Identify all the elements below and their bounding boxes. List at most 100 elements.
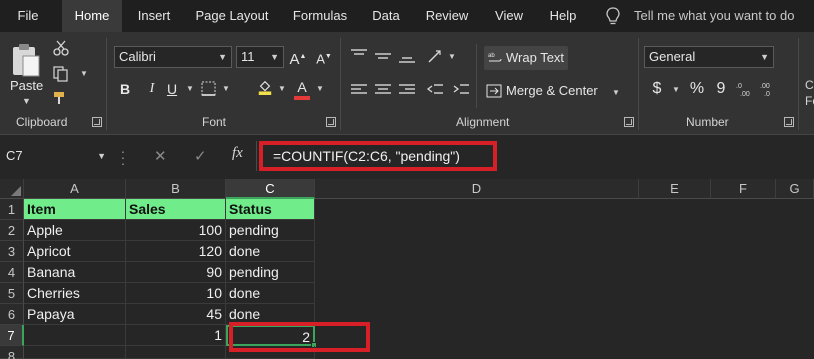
- align-left-icon[interactable]: [350, 82, 368, 98]
- font-launcher-icon[interactable]: [326, 117, 336, 127]
- cut-icon[interactable]: [52, 40, 70, 56]
- merge-dropdown-icon[interactable]: ▼: [612, 88, 620, 97]
- increase-font-size-button[interactable]: A▲: [288, 46, 308, 68]
- tab-file[interactable]: File: [0, 0, 56, 32]
- cell-a7[interactable]: [24, 325, 126, 346]
- cell-a3[interactable]: Apricot: [24, 241, 126, 262]
- copy-dropdown-icon[interactable]: ▼: [80, 69, 88, 78]
- font-color-button[interactable]: A: [294, 76, 310, 98]
- bold-button[interactable]: B: [116, 78, 134, 100]
- decrease-font-size-button[interactable]: A▼: [314, 46, 334, 68]
- font-name-combo[interactable]: Calibri ▼: [114, 46, 232, 68]
- cell-b7[interactable]: 1: [126, 325, 226, 346]
- cell-a2[interactable]: Apple: [24, 220, 126, 241]
- column-header-f[interactable]: F: [711, 179, 776, 199]
- formula-input[interactable]: =COUNTIF(C2:C6, "pending"): [256, 141, 814, 171]
- tab-formulas[interactable]: Formulas: [282, 0, 358, 32]
- cell-a5[interactable]: Cherries: [24, 283, 126, 304]
- column-header-e[interactable]: E: [639, 179, 711, 199]
- decrease-indent-icon[interactable]: [426, 82, 444, 98]
- italic-button[interactable]: I: [144, 78, 160, 100]
- cell-b3[interactable]: 120: [126, 241, 226, 262]
- fill-color-icon[interactable]: [256, 79, 274, 95]
- cell-c3[interactable]: done: [226, 241, 315, 262]
- orientation-icon[interactable]: [426, 48, 444, 64]
- tab-data[interactable]: Data: [362, 0, 410, 32]
- column-header-a[interactable]: A: [24, 179, 126, 199]
- row-header-6[interactable]: 6: [0, 304, 24, 325]
- format-painter-icon[interactable]: [52, 90, 70, 106]
- row-header-3[interactable]: 3: [0, 241, 24, 262]
- merge-center-button[interactable]: Merge & Center: [484, 80, 598, 102]
- font-size-combo[interactable]: 11 ▼: [236, 46, 284, 68]
- align-right-icon[interactable]: [398, 82, 416, 98]
- increase-decimal-icon[interactable]: .0 .00: [736, 81, 754, 97]
- conditional-format-partial[interactable]: C: [805, 78, 814, 92]
- tab-view[interactable]: View: [484, 0, 534, 32]
- align-middle-icon[interactable]: [374, 48, 392, 64]
- cell-a8[interactable]: [24, 346, 126, 359]
- wrap-text-button[interactable]: ab Wrap Text: [484, 46, 568, 70]
- cell-b6[interactable]: 45: [126, 304, 226, 325]
- number-launcher-icon[interactable]: [784, 117, 794, 127]
- cell-c5[interactable]: done: [226, 283, 315, 304]
- clipboard-launcher-icon[interactable]: [92, 117, 102, 127]
- increase-indent-icon[interactable]: [452, 82, 470, 98]
- tab-page-layout[interactable]: Page Layout: [186, 0, 278, 32]
- tell-me-search[interactable]: Tell me what you want to do: [634, 0, 794, 32]
- row-header-1[interactable]: 1: [0, 199, 24, 220]
- column-header-g[interactable]: G: [776, 179, 814, 199]
- font-color-dropdown-icon[interactable]: ▼: [316, 84, 324, 93]
- cell-c6[interactable]: done: [226, 304, 315, 325]
- borders-dropdown-icon[interactable]: ▼: [222, 84, 230, 93]
- borders-icon[interactable]: [200, 81, 218, 97]
- percent-button[interactable]: %: [688, 78, 706, 100]
- cell-a4[interactable]: Banana: [24, 262, 126, 283]
- column-header-b[interactable]: B: [126, 179, 226, 199]
- number-format-combo[interactable]: General ▼: [644, 46, 774, 68]
- alignment-launcher-icon[interactable]: [624, 117, 634, 127]
- underline-dropdown-icon[interactable]: ▼: [186, 84, 194, 93]
- underline-button[interactable]: U: [164, 78, 180, 100]
- column-header-d[interactable]: D: [315, 179, 639, 199]
- paste-dropdown-icon[interactable]: ▼: [22, 96, 31, 106]
- row-header-5[interactable]: 5: [0, 283, 24, 304]
- align-bottom-icon[interactable]: [398, 48, 416, 64]
- select-all-button[interactable]: [0, 179, 24, 199]
- comma-style-button[interactable]: 9: [714, 78, 728, 100]
- tab-insert[interactable]: Insert: [126, 0, 182, 32]
- insert-function-button[interactable]: fx: [232, 145, 243, 162]
- currency-dropdown-icon[interactable]: ▼: [672, 85, 680, 94]
- decrease-decimal-icon[interactable]: .00 .0: [760, 81, 778, 97]
- cell-c4[interactable]: pending: [226, 262, 315, 283]
- paste-button[interactable]: Paste: [10, 78, 43, 93]
- row-header-4[interactable]: 4: [0, 262, 24, 283]
- cell-c8[interactable]: [226, 346, 315, 359]
- align-top-icon[interactable]: [350, 48, 368, 64]
- formula-bar-grip-icon[interactable]: · · ·: [120, 144, 126, 170]
- tab-review[interactable]: Review: [414, 0, 480, 32]
- cell-b8[interactable]: [126, 346, 226, 359]
- tab-home[interactable]: Home: [62, 0, 122, 32]
- cell-b4[interactable]: 90: [126, 262, 226, 283]
- name-box[interactable]: C7 ▼: [4, 143, 108, 169]
- copy-icon[interactable]: [52, 66, 70, 82]
- cancel-formula-button[interactable]: ✕: [154, 147, 167, 165]
- cell-b1[interactable]: Sales: [126, 199, 226, 220]
- cell-a6[interactable]: Papaya: [24, 304, 126, 325]
- tab-help[interactable]: Help: [538, 0, 588, 32]
- row-header-2[interactable]: 2: [0, 220, 24, 241]
- paste-icon[interactable]: [10, 42, 42, 78]
- row-header-7[interactable]: 7: [0, 325, 24, 346]
- fill-color-dropdown-icon[interactable]: ▼: [278, 84, 286, 93]
- cell-c1[interactable]: Status: [226, 199, 315, 220]
- enter-formula-button[interactable]: ✓: [194, 147, 207, 165]
- cell-a1[interactable]: Item: [24, 199, 126, 220]
- row-header-8[interactable]: 8: [0, 346, 24, 359]
- orientation-dropdown-icon[interactable]: ▼: [448, 52, 456, 61]
- cell-c2[interactable]: pending: [226, 220, 315, 241]
- cell-c7-active[interactable]: 2: [226, 325, 315, 346]
- conditional-format-partial-2[interactable]: Fo: [805, 94, 814, 108]
- column-header-c[interactable]: C: [226, 179, 315, 199]
- cell-b2[interactable]: 100: [126, 220, 226, 241]
